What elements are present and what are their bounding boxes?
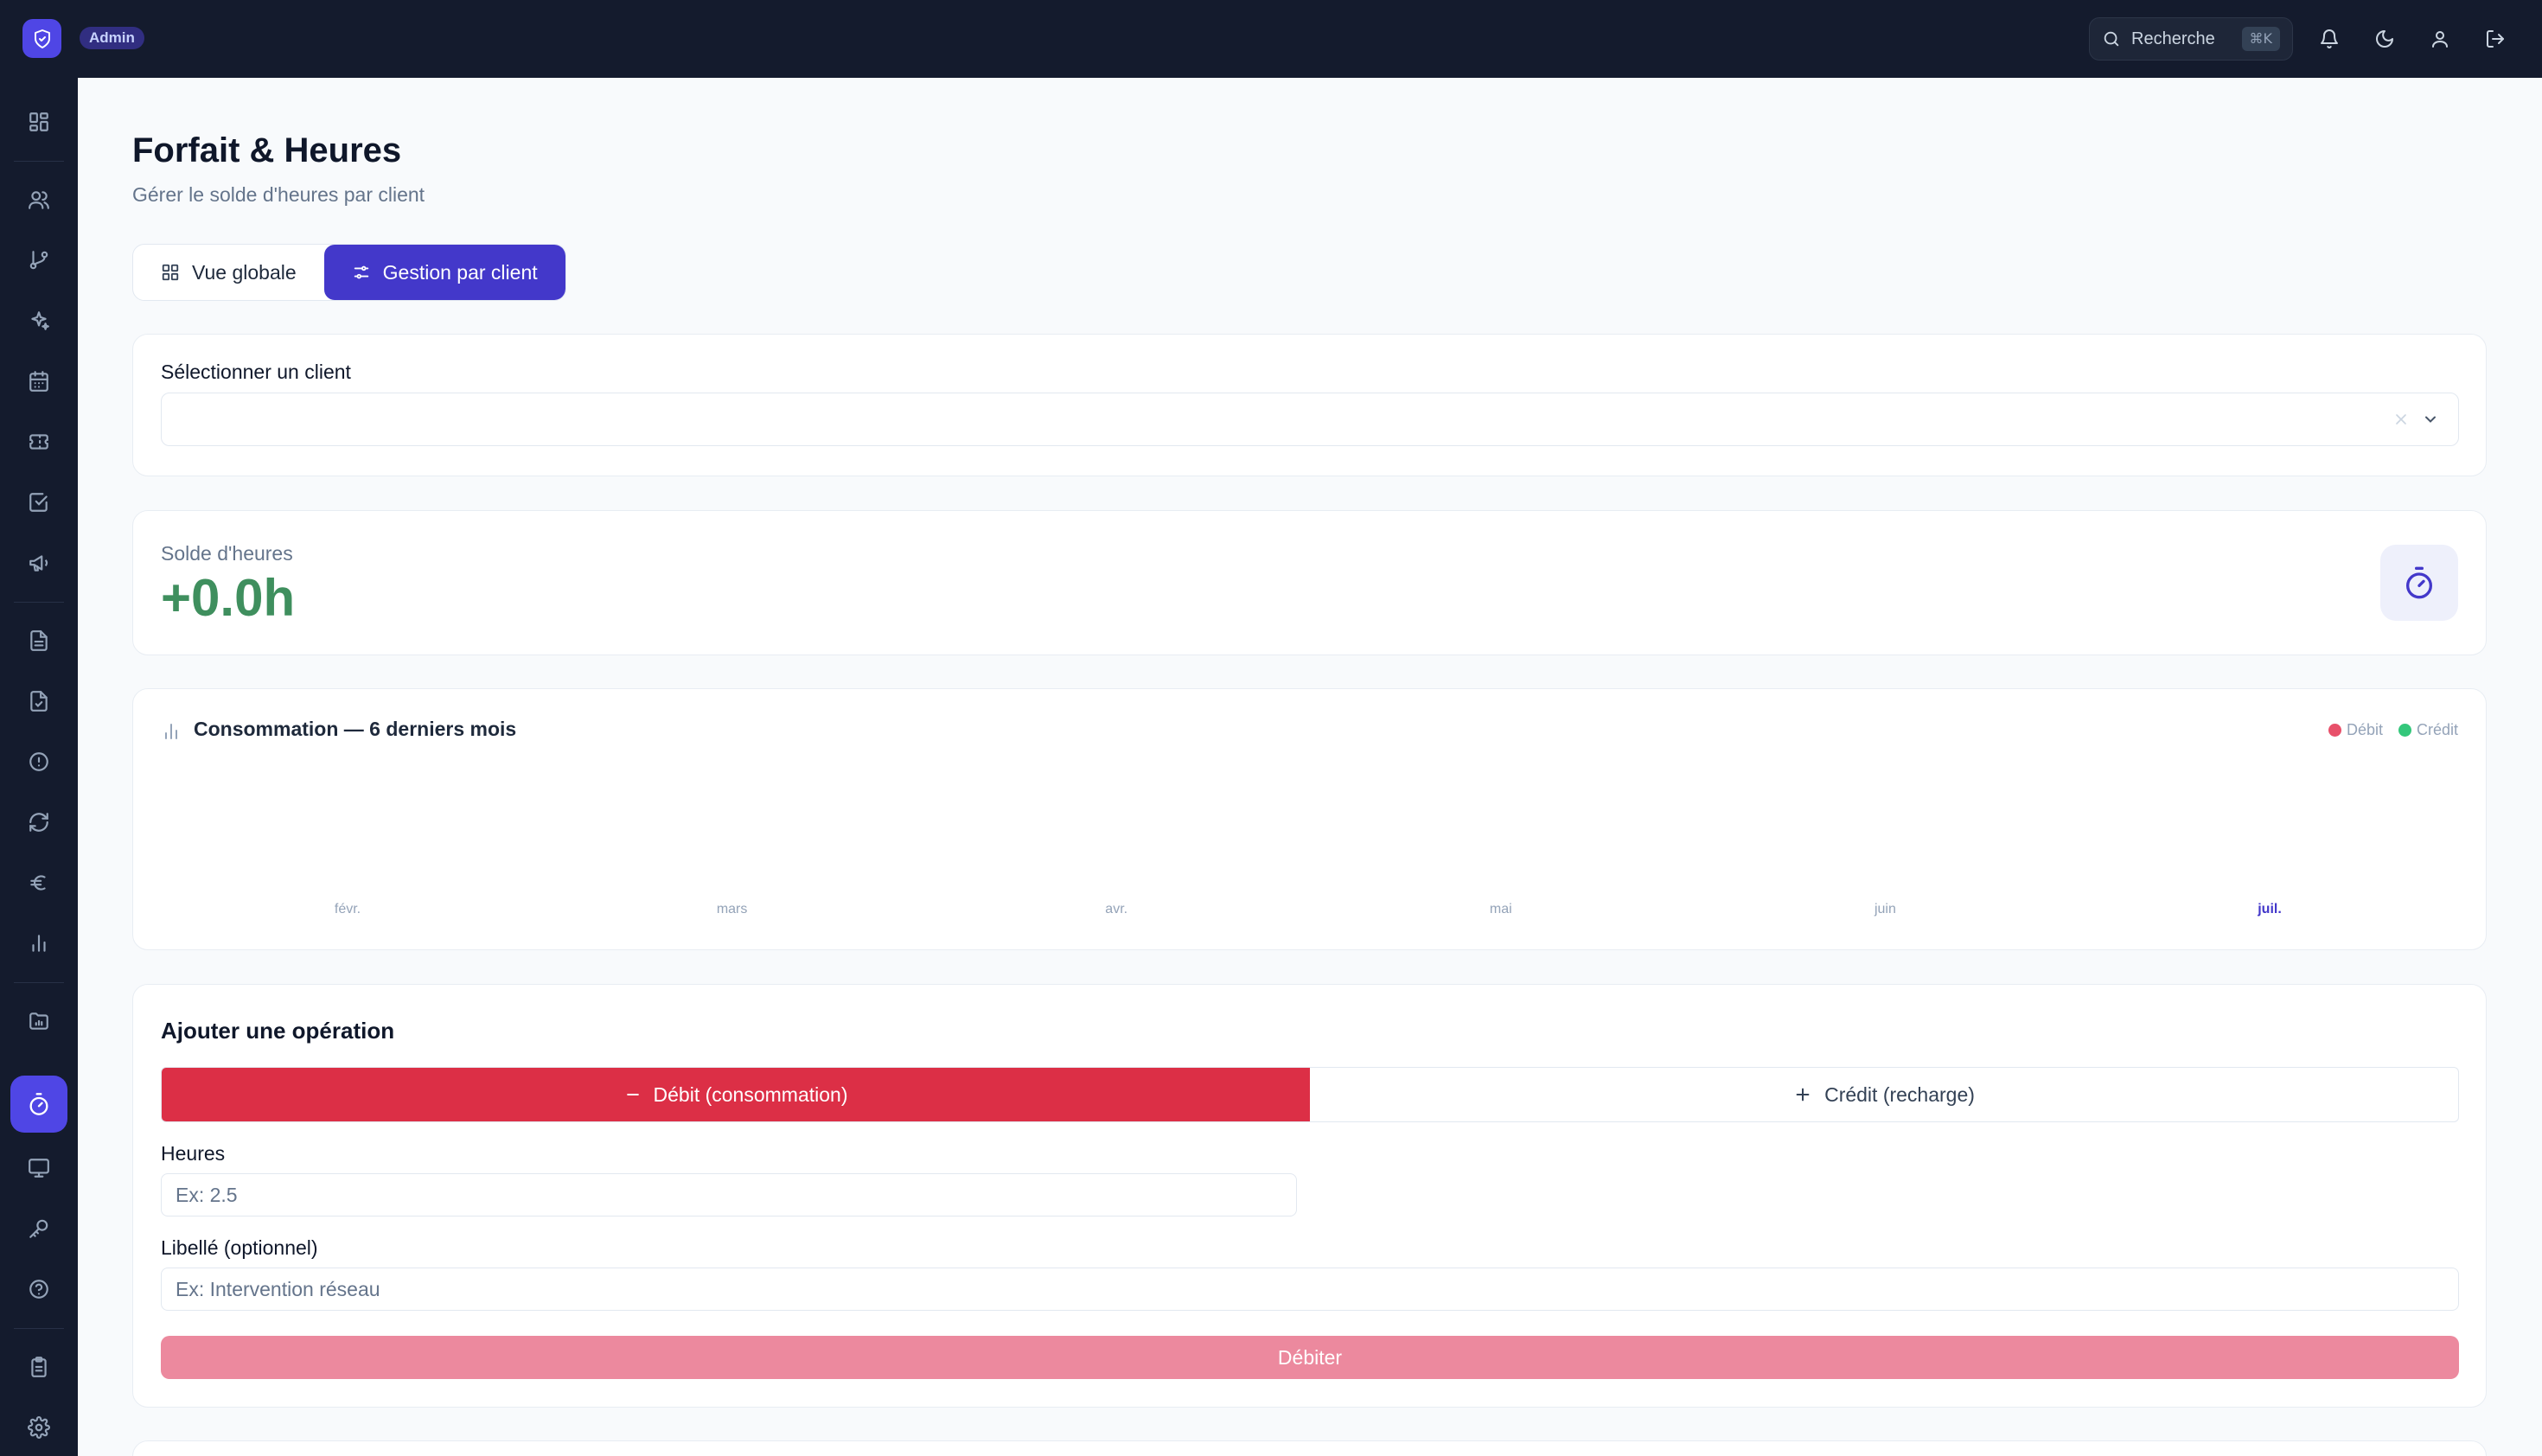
page-subtitle: Gérer le solde d'heures par client	[132, 183, 425, 206]
debit-submit-button[interactable]: Débiter	[161, 1336, 2459, 1379]
search-icon	[2104, 31, 2119, 47]
file-text-icon[interactable]	[21, 623, 57, 659]
chevron-down-icon[interactable]	[2422, 411, 2439, 428]
admin-badge: Admin	[80, 27, 144, 49]
refresh-icon[interactable]	[21, 804, 57, 840]
chart-legend: Débit Crédit	[2328, 721, 2458, 739]
ticket-icon[interactable]	[21, 424, 57, 460]
timer-icon	[2380, 545, 2458, 621]
sidebar-divider	[14, 602, 64, 603]
checkbox-icon[interactable]	[21, 484, 57, 520]
timer-icon[interactable]	[10, 1076, 67, 1133]
key-icon[interactable]	[21, 1210, 57, 1247]
tab-label: Gestion par client	[382, 260, 538, 284]
user-icon[interactable]	[2424, 23, 2456, 54]
balance-value: +0.0h	[161, 569, 296, 627]
hours-input[interactable]	[161, 1173, 1297, 1217]
debit-toggle-button[interactable]: Débit (consommation)	[162, 1068, 1310, 1121]
credit-toggle-button[interactable]: Crédit (recharge)	[1310, 1068, 2458, 1121]
minus-icon	[626, 1094, 639, 1095]
calendar-icon[interactable]	[21, 363, 57, 399]
moon-icon[interactable]	[2369, 23, 2400, 54]
shield-logo-icon[interactable]	[22, 19, 61, 58]
legend-debit: Débit	[2328, 721, 2383, 739]
search-shortcut: ⌘K	[2241, 27, 2280, 51]
legend-credit: Crédit	[2398, 721, 2458, 739]
users-icon[interactable]	[21, 182, 57, 218]
operation-type-toggle: Débit (consommation) Crédit (recharge)	[161, 1067, 2459, 1122]
operation-title: Ajouter une opération	[161, 1018, 395, 1044]
client-select-card: Sélectionner un client	[132, 334, 2487, 476]
description-label: Libellé (optionnel)	[161, 1236, 318, 1259]
monitor-icon[interactable]	[21, 1150, 57, 1186]
alert-circle-icon[interactable]	[21, 744, 57, 780]
tab-gestion-par-client[interactable]: Gestion par client	[323, 245, 565, 300]
month-label: févr.	[334, 902, 361, 916]
legend-dot	[2328, 724, 2341, 737]
chart-title: Consommation — 6 derniers mois	[194, 718, 517, 740]
tab-vue-globale[interactable]: Vue globale	[133, 245, 324, 300]
sparkles-icon[interactable]	[21, 303, 57, 339]
tab-label: Vue globale	[192, 260, 297, 284]
plus-icon	[1796, 1088, 1810, 1102]
credit-toggle-label: Crédit (recharge)	[1824, 1082, 1975, 1106]
bell-icon[interactable]	[2314, 23, 2345, 54]
month-label: juin	[1874, 902, 1896, 916]
sidebar-divider	[14, 982, 64, 983]
settings-icon[interactable]	[21, 1409, 57, 1446]
bar-chart-icon[interactable]	[21, 925, 57, 961]
grid-icon	[162, 264, 179, 281]
balance-card: Solde d'heures +0.0h	[132, 510, 2487, 655]
month-label: mars	[716, 902, 748, 916]
sidebar-divider	[14, 1328, 64, 1329]
month-label: mai	[1489, 902, 1512, 916]
clipboard-icon[interactable]	[21, 1349, 57, 1385]
sidebar	[0, 78, 78, 1456]
view-tabs: Vue globale Gestion par client	[132, 244, 566, 301]
consumption-chart-card: Consommation — 6 derniers mois Débit Cré…	[132, 688, 2487, 950]
hours-label: Heures	[161, 1142, 226, 1165]
description-input[interactable]	[161, 1268, 2459, 1311]
search-label: Recherche	[2131, 29, 2215, 48]
debit-toggle-label: Débit (consommation)	[653, 1082, 848, 1106]
bar-chart-icon	[165, 724, 177, 739]
balance-label: Solde d'heures	[161, 542, 293, 565]
file-check-icon[interactable]	[21, 683, 57, 719]
search-button[interactable]: Recherche ⌘K	[2089, 17, 2293, 61]
history-card	[132, 1440, 2487, 1456]
month-label: avr.	[1105, 902, 1128, 916]
megaphone-icon[interactable]	[21, 545, 57, 581]
sliders-icon	[354, 265, 368, 279]
logout-icon[interactable]	[2480, 23, 2511, 54]
sidebar-divider	[14, 161, 64, 162]
folder-chart-icon[interactable]	[21, 1003, 57, 1039]
git-branch-icon[interactable]	[21, 242, 57, 278]
clear-icon[interactable]	[2392, 411, 2410, 428]
legend-dot	[2398, 724, 2411, 737]
top-bar: Admin Recherche ⌘K	[0, 0, 2542, 78]
add-operation-card: Ajouter une opération Débit (consommatio…	[132, 984, 2487, 1408]
help-circle-icon[interactable]	[21, 1271, 57, 1307]
euro-icon[interactable]	[21, 865, 57, 901]
month-label: juil.	[2258, 902, 2282, 916]
page-title: Forfait & Heures	[132, 131, 402, 169]
client-select[interactable]	[161, 393, 2459, 446]
client-select-label: Sélectionner un client	[161, 361, 351, 383]
dashboard-icon[interactable]	[21, 104, 57, 140]
